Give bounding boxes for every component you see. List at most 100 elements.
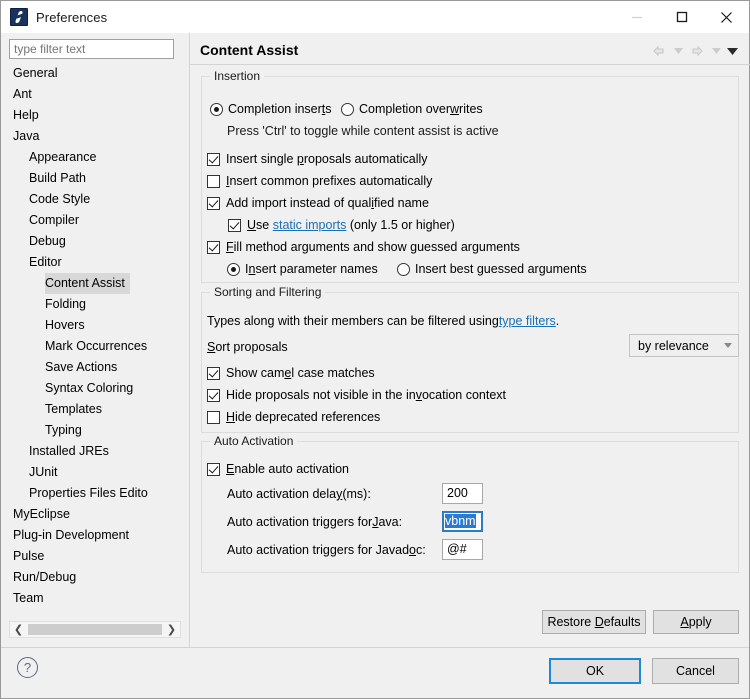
sidebar-item-editor[interactable]: Editor <box>9 252 181 273</box>
sidebar-item-code-style[interactable]: Code Style <box>9 189 181 210</box>
fill-method-arguments-checkbox[interactable]: Fill method arguments and show guessed a… <box>207 240 520 254</box>
use-static-imports-label: Use static imports (only 1.5 or higher) <box>247 218 455 232</box>
hide-not-visible-label: Hide proposals not visible in the invoca… <box>226 388 507 402</box>
sidebar-item-label: Compiler <box>29 213 80 227</box>
add-import-checkbox[interactable]: Add import instead of qualified name <box>207 196 429 210</box>
radio-indicator <box>341 102 354 116</box>
forward-menu-chevron-down-icon[interactable] <box>709 41 723 61</box>
checkbox-indicator <box>207 240 220 254</box>
maximize-icon[interactable] <box>659 1 704 33</box>
type-filters-link[interactable]: type filters <box>499 314 556 328</box>
checkbox-indicator <box>207 174 220 188</box>
restore-defaults-button[interactable]: Restore Defaults <box>542 610 646 634</box>
sidebar-item-label: Installed JREs <box>29 444 109 458</box>
back-menu-chevron-down-icon[interactable] <box>671 41 685 61</box>
checkbox-indicator <box>207 388 220 402</box>
sidebar-item-label: Java <box>13 129 40 143</box>
insert-parameter-names-label: Insert parameter names <box>245 262 378 276</box>
delay-value: 200 <box>447 486 468 500</box>
sidebar-item-installed-jres[interactable]: Installed JREs <box>9 441 181 462</box>
sidebar-item-mark-occurrences[interactable]: Mark Occurrences <box>9 336 181 357</box>
sidebar-item-label: Ant <box>13 87 32 101</box>
sidebar-item-pulse[interactable]: Pulse <box>9 546 181 567</box>
checkbox-indicator <box>207 152 220 166</box>
radio-indicator <box>227 262 240 276</box>
minimize-icon[interactable] <box>614 1 659 33</box>
insert-best-guessed-radio[interactable]: Insert best guessed arguments <box>397 262 587 276</box>
sidebar-item-label: Plug-in Development <box>13 528 130 542</box>
completion-overwrites-radio[interactable]: Completion overwrites <box>341 102 483 116</box>
hide-deprecated-checkbox[interactable]: Hide deprecated references <box>207 410 380 424</box>
sidebar-item-plug-in-development[interactable]: Plug-in Development <box>9 525 181 546</box>
enable-auto-activation-checkbox[interactable]: Enable auto activation <box>207 462 349 476</box>
sorting-group-label: Sorting and Filtering <box>210 285 326 299</box>
sidebar-item-hovers[interactable]: Hovers <box>9 315 181 336</box>
insert-parameter-names-radio[interactable]: Insert parameter names <box>227 262 378 276</box>
sidebar-item-ant[interactable]: Ant <box>9 84 181 105</box>
insert-best-guessed-label: Insert best guessed arguments <box>415 262 587 276</box>
help-icon[interactable]: ? <box>17 657 38 678</box>
search-input[interactable] <box>9 39 174 59</box>
scrollbar-thumb[interactable] <box>28 624 162 635</box>
ok-button[interactable]: OK <box>549 658 641 684</box>
page-title: Content Assist <box>200 42 299 58</box>
sidebar-item-build-path[interactable]: Build Path <box>9 168 181 189</box>
ctrl-toggle-hint: Press 'Ctrl' to toggle while content ass… <box>227 124 499 138</box>
sidebar-item-label: Help <box>13 108 39 122</box>
sort-proposals-select[interactable]: by relevance <box>629 334 739 357</box>
description-text: Types along with their members can be fi… <box>207 314 499 328</box>
back-arrow-icon[interactable] <box>649 41 669 61</box>
completion-inserts-radio[interactable]: Completion inserts <box>210 102 332 116</box>
sidebar-item-label: Save Actions <box>45 360 118 374</box>
sidebar-item-save-actions[interactable]: Save Actions <box>9 357 181 378</box>
checkbox-indicator <box>228 218 241 232</box>
insert-common-prefixes-checkbox[interactable]: Insert common prefixes automatically <box>207 174 432 188</box>
sidebar-item-typing[interactable]: Typing <box>9 420 181 441</box>
sidebar-item-general[interactable]: General <box>9 63 181 84</box>
sidebar-item-java[interactable]: Java <box>9 126 181 147</box>
view-menu-chevron-down-icon[interactable] <box>725 41 739 61</box>
sidebar-item-label: Editor <box>29 255 62 269</box>
radio-indicator <box>210 102 223 116</box>
sidebar-item-myeclipse[interactable]: MyEclipse <box>9 504 181 525</box>
eclipse-icon <box>10 8 28 26</box>
sidebar-item-debug[interactable]: Debug <box>9 231 181 252</box>
sidebar-item-properties-files-edito[interactable]: Properties Files Edito <box>9 483 181 504</box>
sidebar-item-row: Content Assist <box>9 273 181 294</box>
java-triggers-input[interactable]: vbnm <box>442 511 483 532</box>
forward-arrow-icon[interactable] <box>687 41 707 61</box>
hide-not-visible-checkbox[interactable]: Hide proposals not visible in the invoca… <box>207 388 506 402</box>
chevron-left-icon[interactable]: ❮ <box>10 622 27 637</box>
static-imports-link[interactable]: static imports <box>273 218 347 232</box>
sidebar-item-run-debug[interactable]: Run/Debug <box>9 567 181 588</box>
javadoc-triggers-input[interactable]: @# <box>442 539 483 560</box>
sidebar-item-syntax-coloring[interactable]: Syntax Coloring <box>9 378 181 399</box>
sidebar-item-templates[interactable]: Templates <box>9 399 181 420</box>
sidebar-item-label: Hovers <box>45 318 85 332</box>
close-icon[interactable] <box>704 1 749 33</box>
auto-activation-delay-input[interactable]: 200 <box>442 483 483 504</box>
use-static-imports-checkbox[interactable]: Use static imports (only 1.5 or higher) <box>228 218 455 232</box>
preferences-tree[interactable]: General Ant Help Java Appearance Build Path Co… <box>9 63 181 615</box>
show-camel-case-checkbox[interactable]: Show camel case matches <box>207 366 375 380</box>
insert-single-proposals-checkbox[interactable]: Insert single proposals automatically <box>207 152 428 166</box>
sidebar-item-team[interactable]: Team <box>9 588 181 609</box>
radio-indicator <box>397 262 410 276</box>
preferences-dialog: Preferences General Ant Help Java Appearance… <box>0 0 750 699</box>
sidebar-item-content-assist[interactable]: Content Assist <box>45 273 130 294</box>
show-camel-case-label: Show camel case matches <box>226 366 375 380</box>
page-toolbar <box>649 41 739 61</box>
fill-method-arguments-label: Fill method arguments and show guessed a… <box>226 240 520 254</box>
chevron-right-icon[interactable]: ❯ <box>163 622 180 637</box>
sidebar-item-junit[interactable]: JUnit <box>9 462 181 483</box>
tree-horizontal-scrollbar[interactable]: ❮ ❯ <box>9 621 181 638</box>
cancel-button[interactable]: Cancel <box>652 658 739 684</box>
sidebar-item-help[interactable]: Help <box>9 105 181 126</box>
apply-button[interactable]: Apply <box>653 610 739 634</box>
sidebar-item-appearance[interactable]: Appearance <box>9 147 181 168</box>
sidebar-item-label: Team <box>13 591 44 605</box>
add-import-label: Add import instead of qualified name <box>226 196 429 210</box>
sidebar-item-compiler[interactable]: Compiler <box>9 210 181 231</box>
sidebar-item-folding[interactable]: Folding <box>9 294 181 315</box>
java-triggers-value: vbnm <box>445 514 476 528</box>
